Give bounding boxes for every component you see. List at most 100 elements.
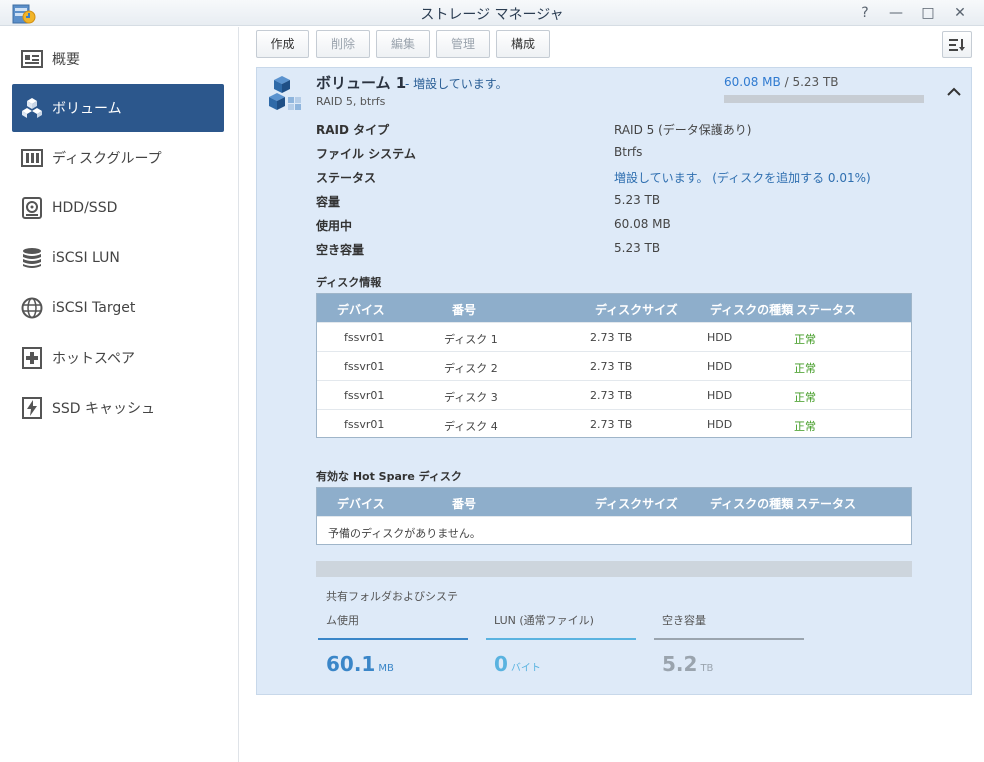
- close-button[interactable]: ✕: [949, 3, 971, 23]
- plus-box-icon: [20, 346, 44, 370]
- prop-value-status: 増設しています。 (ディスクを追加する 0.01%): [614, 171, 871, 185]
- usage-separator: /: [780, 75, 793, 89]
- cell-disk-size: 2.73 TB: [590, 418, 633, 431]
- prop-value-used: 60.08 MB: [614, 217, 671, 231]
- stat-value-free: 5.2 TB: [662, 652, 713, 676]
- stat-line-shared-folder: [318, 638, 468, 640]
- stat-unit: TB: [700, 663, 714, 674]
- configure-button[interactable]: 構成: [496, 30, 550, 58]
- sidebar-item-disk-group[interactable]: ディスクグループ: [12, 134, 224, 182]
- volume-icon: [20, 96, 44, 120]
- delete-button[interactable]: 削除: [316, 30, 370, 58]
- prop-value-capacity: 5.23 TB: [614, 193, 661, 207]
- database-icon: [20, 246, 44, 270]
- column-header-device[interactable]: デバイス: [337, 495, 385, 512]
- overview-icon: [20, 47, 44, 71]
- maximize-button[interactable]: □: [917, 3, 939, 23]
- sidebar-item-label: ホットスペア: [52, 351, 136, 367]
- stat-value-shared-folder: 60.1 MB: [326, 652, 394, 676]
- table-row[interactable]: fssvr01 ディスク 2 2.73 TB HDD 正常: [317, 351, 911, 380]
- cell-disk-size: 2.73 TB: [590, 389, 633, 402]
- title-bar: ストレージ マネージャ ? — □ ✕: [0, 0, 984, 26]
- sidebar-item-ssd-cache[interactable]: SSD キャッシュ: [12, 384, 224, 432]
- manage-button[interactable]: 管理: [436, 30, 490, 58]
- edit-button[interactable]: 編集: [376, 30, 430, 58]
- sidebar-item-iscsi-lun[interactable]: iSCSI LUN: [12, 234, 224, 282]
- stat-number: 60.1: [326, 652, 376, 676]
- column-header-disk-size[interactable]: ディスクサイズ: [595, 301, 678, 318]
- cell-number: ディスク 3: [444, 391, 498, 404]
- disk-info-grid: デバイス 番号 ディスクサイズ ディスクの種類 ステータス fssvr01 ディ…: [316, 293, 912, 438]
- prop-label-file-system: ファイル システム: [316, 147, 416, 161]
- volume-title: ボリューム 1: [316, 74, 407, 92]
- stat-unit: バイト: [510, 663, 541, 674]
- cell-disk-size: 2.73 TB: [590, 360, 633, 373]
- stat-value-lun: 0 バイト: [494, 652, 541, 676]
- column-header-disk-size[interactable]: ディスクサイズ: [595, 495, 678, 512]
- stat-line-free: [654, 638, 804, 640]
- column-header-number[interactable]: 番号: [452, 495, 476, 512]
- cell-status: 正常: [794, 420, 816, 433]
- cell-disk-type: HDD: [707, 389, 733, 402]
- cell-device: fssvr01: [344, 389, 385, 402]
- prop-label-status: ステータス: [316, 171, 377, 185]
- column-header-disk-type[interactable]: ディスクの種類: [710, 301, 793, 318]
- sort-button[interactable]: [942, 31, 972, 58]
- prop-label-used: 使用中: [316, 219, 353, 233]
- sidebar-item-hot-spare[interactable]: ホットスペア: [12, 334, 224, 382]
- prop-value-free: 5.23 TB: [614, 241, 661, 255]
- sidebar-item-label: 概要: [52, 52, 80, 68]
- prop-label-raid-type: RAID タイプ: [316, 123, 390, 137]
- sidebar-item-label: SSD キャッシュ: [52, 401, 156, 417]
- table-row[interactable]: fssvr01 ディスク 3 2.73 TB HDD 正常: [317, 380, 911, 409]
- cell-disk-size: 2.73 TB: [590, 331, 633, 344]
- volume-cubes-icon: [269, 76, 301, 110]
- cell-status: 正常: [794, 362, 816, 375]
- cell-device: fssvr01: [344, 360, 385, 373]
- cell-number: ディスク 4: [444, 420, 498, 433]
- column-header-number[interactable]: 番号: [452, 301, 476, 318]
- volume-subtitle: RAID 5, btrfs: [316, 95, 386, 108]
- prop-label-capacity: 容量: [316, 195, 341, 209]
- sidebar-item-hdd-ssd[interactable]: HDD/SSD: [12, 184, 224, 232]
- table-row[interactable]: fssvr01 ディスク 1 2.73 TB HDD 正常: [317, 322, 911, 351]
- create-button[interactable]: 作成: [256, 30, 309, 58]
- cell-status: 正常: [794, 333, 816, 346]
- volume-status: - 増設しています。: [405, 77, 508, 91]
- sidebar: 概要 ボリューム ディスクグループ HDD/SSD iSCSI LUN iSCS…: [0, 27, 239, 762]
- disk-info-label: ディスク情報: [316, 276, 382, 289]
- empty-message: 予備のディスクがありません。: [328, 527, 481, 540]
- usage-stack-bar: [316, 561, 912, 577]
- empty-row: 予備のディスクがありません。: [317, 516, 911, 545]
- cell-number: ディスク 1: [444, 333, 498, 346]
- column-header-device[interactable]: デバイス: [337, 301, 385, 318]
- column-header-disk-type[interactable]: ディスクの種類: [710, 495, 793, 512]
- stat-number: 5.2: [662, 652, 698, 676]
- table-row[interactable]: fssvr01 ディスク 4 2.73 TB HDD 正常: [317, 409, 911, 438]
- column-header-status[interactable]: ステータス: [796, 495, 856, 512]
- window-title: ストレージ マネージャ: [420, 7, 564, 23]
- lightning-icon: [20, 396, 44, 420]
- cell-status: 正常: [794, 391, 816, 404]
- used-size: 60.08 MB: [724, 75, 781, 89]
- cell-number: ディスク 2: [444, 362, 498, 375]
- hdd-icon: [20, 196, 44, 220]
- minimize-button[interactable]: —: [885, 3, 907, 23]
- stat-label-shared-folder-line2: ム使用: [326, 614, 359, 627]
- prop-value-file-system: Btrfs: [614, 145, 643, 159]
- hot-spare-grid: デバイス 番号 ディスクサイズ ディスクの種類 ステータス 予備のディスクがあり…: [316, 487, 912, 545]
- stat-unit: MB: [378, 663, 394, 674]
- sidebar-item-overview[interactable]: 概要: [12, 35, 224, 83]
- sidebar-item-iscsi-target[interactable]: iSCSI Target: [12, 284, 224, 332]
- stat-number: 0: [494, 652, 508, 676]
- cell-device: fssvr01: [344, 418, 385, 431]
- sidebar-item-label: HDD/SSD: [52, 200, 118, 216]
- column-header-status[interactable]: ステータス: [796, 301, 856, 318]
- sidebar-item-label: ディスクグループ: [52, 151, 162, 167]
- sidebar-item-volume[interactable]: ボリューム: [12, 84, 224, 132]
- help-button[interactable]: ?: [854, 3, 876, 23]
- globe-icon: [20, 296, 44, 320]
- collapse-chevron-icon[interactable]: [944, 82, 964, 102]
- total-size: 5.23 TB: [792, 75, 839, 89]
- grid-header: デバイス 番号 ディスクサイズ ディスクの種類 ステータス: [317, 294, 911, 322]
